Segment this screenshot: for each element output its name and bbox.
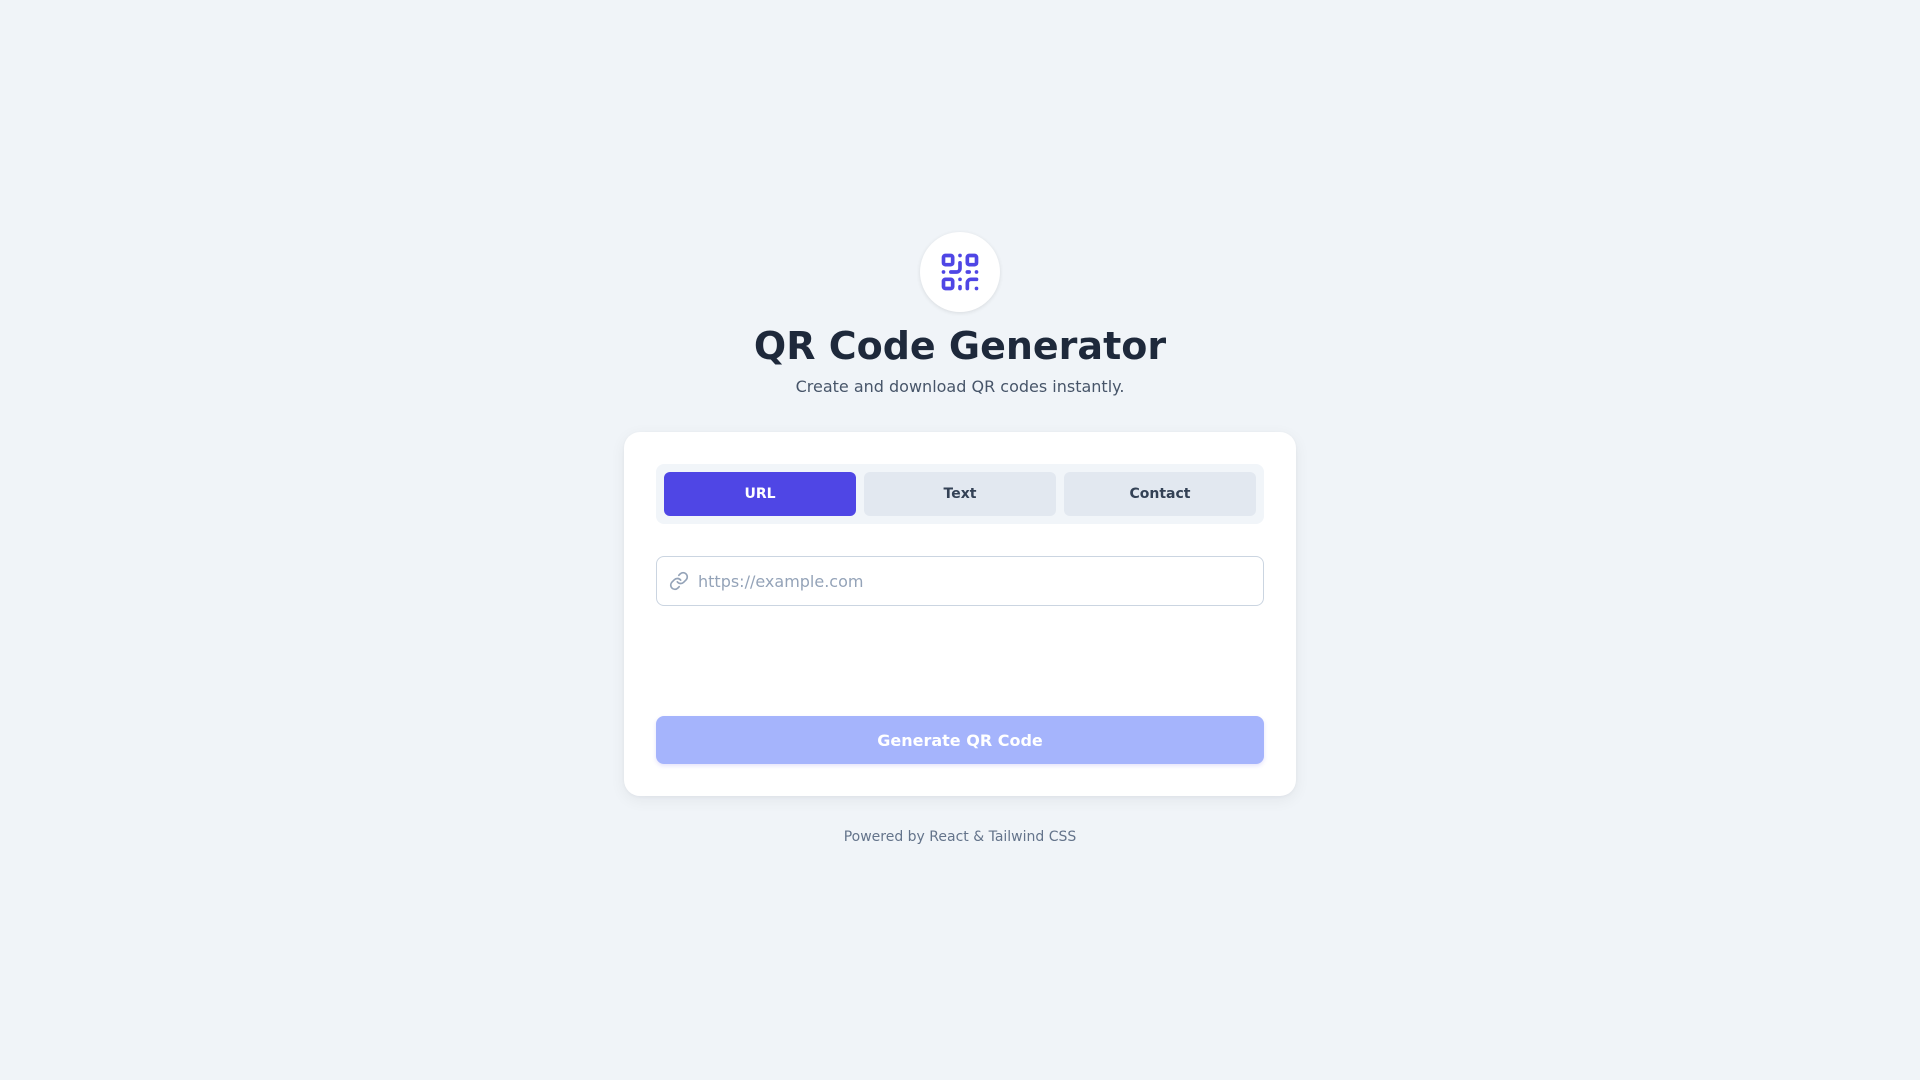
- generate-button[interactable]: Generate QR Code: [656, 716, 1264, 764]
- type-tabs: URL Text Contact: [656, 464, 1264, 524]
- logo-badge: [920, 232, 1000, 312]
- page-subtitle: Create and download QR codes instantly.: [795, 377, 1125, 396]
- tab-url[interactable]: URL: [664, 472, 856, 516]
- page-title: QR Code Generator: [753, 324, 1167, 368]
- footer-credit: Powered by React & Tailwind CSS: [843, 829, 1077, 845]
- generator-card: URL Text Contact Generate QR Code: [624, 432, 1296, 796]
- url-input-wrapper[interactable]: [656, 556, 1264, 606]
- qr-code-icon: [938, 250, 982, 294]
- tab-contact[interactable]: Contact: [1064, 472, 1256, 516]
- tab-text[interactable]: Text: [864, 472, 1056, 516]
- url-input[interactable]: [698, 557, 1263, 605]
- link-icon: [668, 570, 690, 592]
